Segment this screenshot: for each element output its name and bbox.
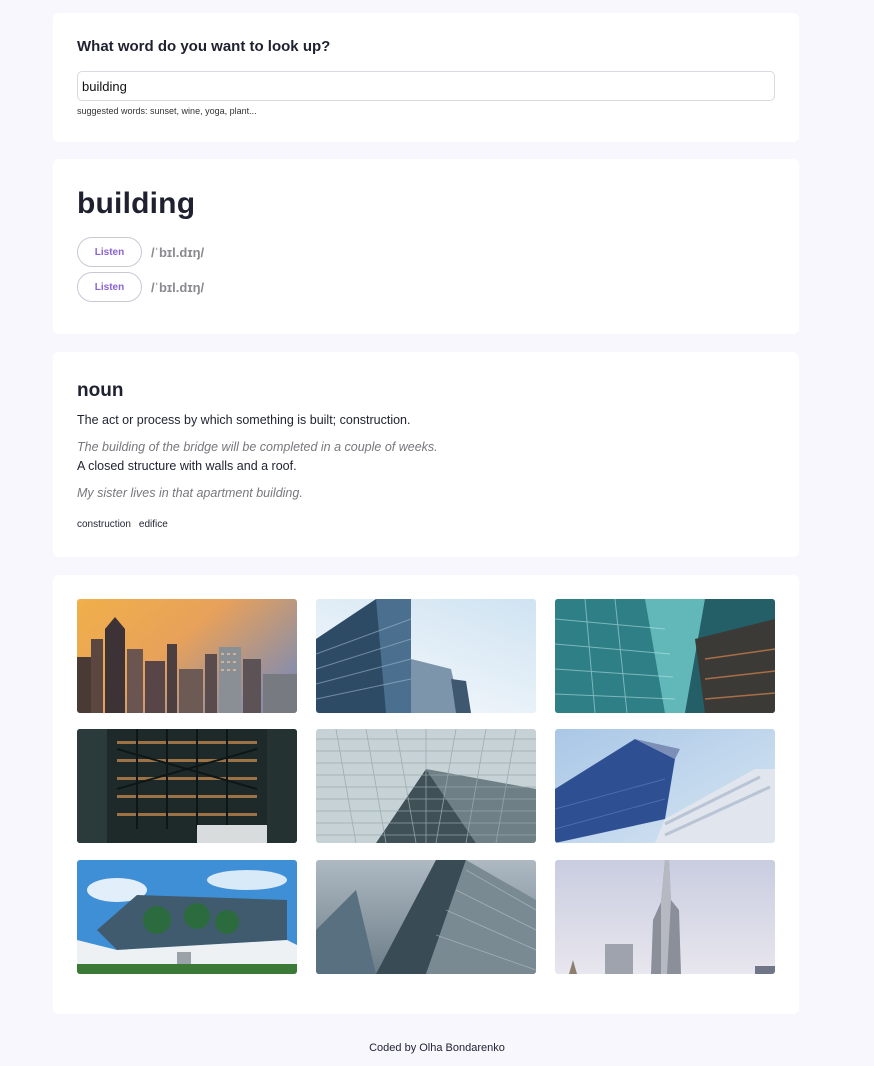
- phonetic-row: Listen /ˈbɪl.dɪŋ/: [77, 237, 204, 267]
- synonym: edifice: [138, 519, 168, 530]
- word-title: building: [77, 187, 196, 220]
- synonym: construction: [77, 519, 131, 530]
- definition-text: A closed structure with walls and a roof…: [77, 459, 297, 473]
- footer-credit: Coded by Olha Bondarenko: [369, 1042, 505, 1054]
- burj-tower-photo[interactable]: [555, 860, 775, 974]
- phonetic-row: Listen /ˈbɪl.dɪŋ/: [77, 272, 204, 302]
- phonetic-text: /ˈbɪl.dɪŋ/: [151, 279, 205, 295]
- dark-office-building-photo[interactable]: [77, 729, 297, 843]
- teal-glass-facade-photo[interactable]: [555, 599, 775, 713]
- synonyms-list: construction edifice: [77, 519, 168, 530]
- word-section: building Listen /ˈbɪl.dɪŋ/ Listen /ˈbɪl.…: [53, 159, 799, 334]
- listen-button[interactable]: Listen: [77, 237, 142, 267]
- glass-office-trees-photo[interactable]: [77, 860, 297, 974]
- definition-text: The act or process by which something is…: [77, 413, 411, 427]
- modern-angular-building-photo[interactable]: [555, 729, 775, 843]
- curved-skyscraper-photo[interactable]: [316, 860, 536, 974]
- search-section: What word do you want to look up? sugges…: [53, 13, 799, 142]
- meaning-section: noun The act or process by which somethi…: [53, 352, 799, 557]
- blue-glass-tower-photo[interactable]: [316, 599, 536, 713]
- photos-section: [53, 575, 799, 1014]
- search-heading: What word do you want to look up?: [77, 38, 331, 55]
- example-text: The building of the bridge will be compl…: [77, 440, 438, 454]
- search-input[interactable]: [77, 71, 775, 101]
- city-skyline-sunset-photo[interactable]: [77, 599, 297, 713]
- part-of-speech: noun: [77, 380, 124, 401]
- suggested-words: suggested words: sunset, wine, yoga, pla…: [77, 106, 257, 116]
- listen-button[interactable]: Listen: [77, 272, 142, 302]
- phonetic-text: /ˈbɪl.dɪŋ/: [151, 244, 205, 260]
- example-text: My sister lives in that apartment buildi…: [77, 486, 303, 500]
- glass-grid-skyscraper-photo[interactable]: [316, 729, 536, 843]
